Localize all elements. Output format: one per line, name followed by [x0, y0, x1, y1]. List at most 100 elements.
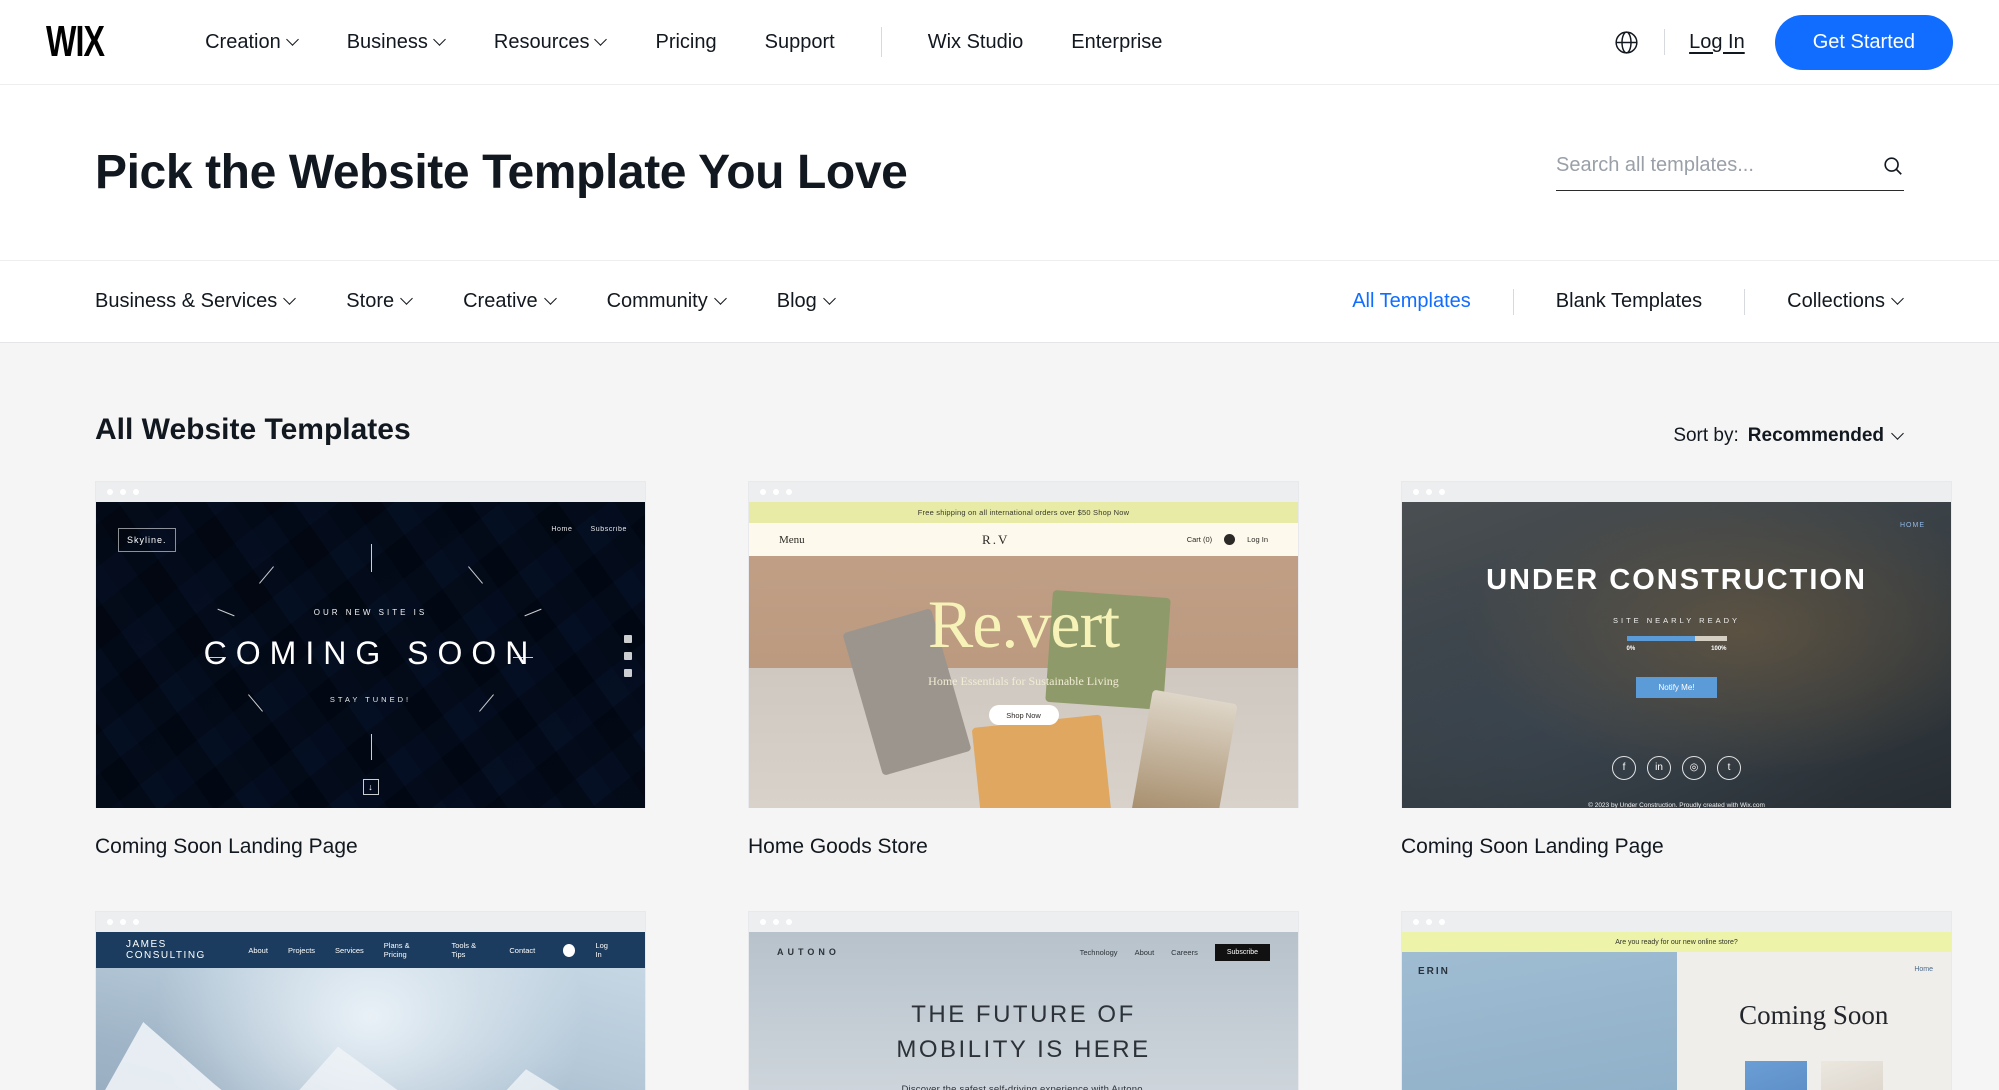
category-community[interactable]: Community: [607, 290, 727, 313]
preview-cart: Cart (0): [1186, 535, 1213, 544]
preview-nav-items: About Projects Services Plans & Pricing …: [248, 941, 615, 959]
preview-headline: Re.vert: [927, 586, 1120, 662]
instagram-icon: [624, 668, 632, 677]
preview-nav-items: Technology About Careers Subscribe: [1079, 943, 1270, 961]
nav-item-wix-studio[interactable]: Wix Studio: [904, 31, 1048, 54]
chevron-down-icon: [435, 35, 446, 46]
sort-by-dropdown[interactable]: Sort by: Recommended: [1673, 425, 1904, 447]
wix-logo[interactable]: WIX: [46, 17, 105, 67]
chrome-dot-icon: [1413, 919, 1419, 925]
preview-hero: UNDER CONSTRUCTION SITE NEARLY READY 0% …: [1402, 502, 1951, 808]
category-store[interactable]: Store: [346, 290, 413, 313]
template-card[interactable]: HOME UNDER CONSTRUCTION SITE NEARLY READ…: [1401, 481, 1952, 911]
search-icon[interactable]: [1882, 155, 1904, 177]
preview-nav: JAMES CONSULTING About Projects Services…: [96, 932, 645, 968]
sort-value: Recommended: [1747, 425, 1884, 446]
page-title: Pick the Website Template You Love: [95, 146, 908, 199]
template-thumbnail[interactable]: Free shipping on all international order…: [748, 481, 1299, 808]
chrome-dot-icon: [107, 489, 113, 495]
nav-divider: [880, 27, 882, 57]
filter-collections[interactable]: Collections: [1787, 290, 1904, 313]
login-link[interactable]: Log In: [1689, 31, 1745, 54]
arrow-down-icon: ↓: [362, 779, 379, 795]
preview-nav-item: Careers: [1171, 947, 1198, 957]
preview-cta-button: Shop Now: [988, 705, 1059, 725]
template-thumbnail[interactable]: AUTONO Technology About Careers Subscrib…: [748, 911, 1299, 1090]
linkedin-icon: in: [1647, 755, 1671, 780]
category-blog[interactable]: Blog: [777, 290, 836, 313]
filter-all-templates[interactable]: All Templates: [1352, 290, 1471, 313]
nav-item-enterprise[interactable]: Enterprise: [1047, 31, 1186, 54]
preview-nav: Menu R.V Cart (0) Log In: [749, 523, 1298, 556]
category-business-services[interactable]: Business & Services: [95, 290, 296, 313]
browser-chrome: [749, 912, 1298, 932]
template-preview: AUTONO Technology About Careers Subscrib…: [749, 932, 1298, 1090]
template-thumbnail[interactable]: Skyline. Home Subscribe OUR NEW SITE IS …: [95, 481, 646, 808]
nav-label: Creation: [205, 30, 281, 53]
sort-label: Sort by:: [1673, 425, 1739, 446]
category-nav: Business & Services Store Creative Commu…: [0, 261, 1999, 343]
preview-subtext: STAY TUNED!: [329, 694, 412, 704]
template-title: Home Goods Store: [748, 835, 928, 858]
preview-image: ERIN: [1402, 952, 1677, 1090]
get-started-button[interactable]: Get Started: [1774, 14, 1953, 70]
browser-chrome: [96, 482, 645, 502]
nav-item-business[interactable]: Business: [323, 31, 470, 54]
preview-actions: Cart (0) Log In: [1187, 534, 1268, 545]
template-thumbnail[interactable]: HOME UNDER CONSTRUCTION SITE NEARLY READ…: [1401, 481, 1952, 808]
chevron-down-icon: [546, 294, 557, 305]
nav-label: Enterprise: [1071, 30, 1163, 53]
site-header: WIX Creation Business Resources Pricing …: [0, 0, 1999, 85]
nav-item-support[interactable]: Support: [741, 31, 859, 54]
template-card[interactable]: JAMES CONSULTING About Projects Services…: [95, 911, 646, 1090]
nav-item-pricing[interactable]: Pricing: [631, 31, 740, 54]
preview-panel: Home Coming Soon: [1677, 952, 1952, 1090]
preview-brand: JAMES CONSULTING: [126, 939, 206, 961]
preview-progress-bar: [1626, 635, 1727, 641]
template-preview: JAMES CONSULTING About Projects Services…: [96, 932, 645, 1090]
chrome-dot-icon: [773, 489, 779, 495]
search-input[interactable]: [1556, 154, 1882, 177]
category-label: Creative: [463, 290, 538, 312]
filter-divider: [1744, 288, 1746, 315]
templates-grid: Skyline. Home Subscribe OUR NEW SITE IS …: [95, 481, 1952, 1090]
preview-subtitle: Home Essentials for Sustainable Living: [928, 674, 1119, 688]
template-thumbnail[interactable]: Are you ready for our new online store? …: [1401, 911, 1952, 1090]
preview-nav-item: About: [1134, 947, 1155, 957]
category-label: Store: [346, 290, 395, 312]
section-title: All Website Templates: [95, 413, 411, 446]
filter-blank-templates[interactable]: Blank Templates: [1556, 290, 1702, 313]
progress-start: 0%: [1626, 645, 1636, 652]
avatar-icon: [1224, 534, 1236, 545]
browser-chrome: [1402, 482, 1951, 502]
chrome-dot-icon: [107, 919, 113, 925]
preview-hero: OUR NEW SITE IS COMING SOON STAY TUNED!: [96, 502, 645, 808]
filter-label: Blank Templates: [1555, 290, 1703, 312]
preview-login: Log In: [595, 941, 608, 959]
preview-cta-button: Notify Me!: [1636, 676, 1717, 698]
nav-label: Resources: [493, 30, 590, 53]
preview-promo-banner: Free shipping on all international order…: [749, 502, 1298, 523]
template-thumbnail[interactable]: JAMES CONSULTING About Projects Services…: [95, 911, 646, 1090]
preview-login: Log In: [1247, 535, 1268, 544]
preview-social-icons: [624, 634, 632, 677]
chrome-dot-icon: [773, 919, 779, 925]
template-card[interactable]: Free shipping on all international order…: [748, 481, 1299, 911]
chevron-down-icon: [825, 294, 836, 305]
chrome-dot-icon: [1413, 489, 1419, 495]
chrome-dot-icon: [760, 919, 766, 925]
browser-chrome: [96, 912, 645, 932]
template-card[interactable]: Skyline. Home Subscribe OUR NEW SITE IS …: [95, 481, 646, 911]
nav-item-resources[interactable]: Resources: [470, 31, 632, 54]
template-card[interactable]: Are you ready for our new online store? …: [1401, 911, 1952, 1090]
category-creative[interactable]: Creative: [463, 290, 556, 313]
preview-eyebrow: OUR NEW SITE IS: [313, 607, 428, 617]
filter-label: All Templates: [1352, 290, 1471, 312]
nav-item-creation[interactable]: Creation: [181, 31, 323, 54]
chevron-down-icon: [402, 294, 413, 305]
chrome-dot-icon: [133, 489, 139, 495]
preview-nav-item: Technology: [1079, 947, 1118, 957]
preview-nav-item: Contact: [509, 945, 536, 955]
globe-icon[interactable]: [1613, 29, 1640, 56]
template-card[interactable]: AUTONO Technology About Careers Subscrib…: [748, 911, 1299, 1090]
